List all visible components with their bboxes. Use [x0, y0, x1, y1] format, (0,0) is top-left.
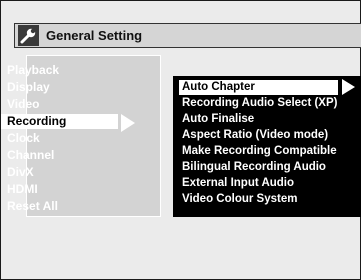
menu-item-playback[interactable]: Playback [7, 63, 59, 78]
header-bar: General Setting [14, 23, 361, 48]
wrench-icon [18, 25, 39, 46]
menu-item-hdmi[interactable]: HDMI [7, 182, 38, 197]
selection-arrow-icon [121, 114, 135, 132]
submenu-item-recording-audio-select[interactable]: Recording Audio Select (XP) [182, 96, 337, 111]
submenu-item-bilingual-recording-audio[interactable]: Bilingual Recording Audio [182, 160, 326, 175]
menu-item-clock[interactable]: Clock [7, 131, 40, 146]
menu-item-video[interactable]: Video [7, 97, 39, 112]
submenu-item-external-input-audio[interactable]: External Input Audio [182, 176, 294, 191]
settings-screen: General Setting Playback Display Video R… [0, 0, 361, 280]
menu-item-recording[interactable]: Recording [1, 114, 118, 129]
submenu-arrow-icon [342, 79, 355, 95]
menu-item-channel[interactable]: Channel [7, 148, 54, 163]
menu-item-display[interactable]: Display [7, 80, 50, 95]
menu-item-reset-all[interactable]: Reset All [7, 199, 58, 214]
submenu-item-aspect-ratio[interactable]: Aspect Ratio (Video mode) [182, 128, 328, 143]
submenu-item-make-recording-compatible[interactable]: Make Recording Compatible [182, 144, 337, 159]
submenu-item-video-colour-system[interactable]: Video Colour System [182, 192, 297, 207]
submenu-item-auto-chapter[interactable]: Auto Chapter [179, 80, 338, 95]
page-title: General Setting [46, 28, 143, 43]
submenu-item-auto-finalise[interactable]: Auto Finalise [182, 112, 254, 127]
menu-item-divx[interactable]: DivX [7, 165, 34, 180]
